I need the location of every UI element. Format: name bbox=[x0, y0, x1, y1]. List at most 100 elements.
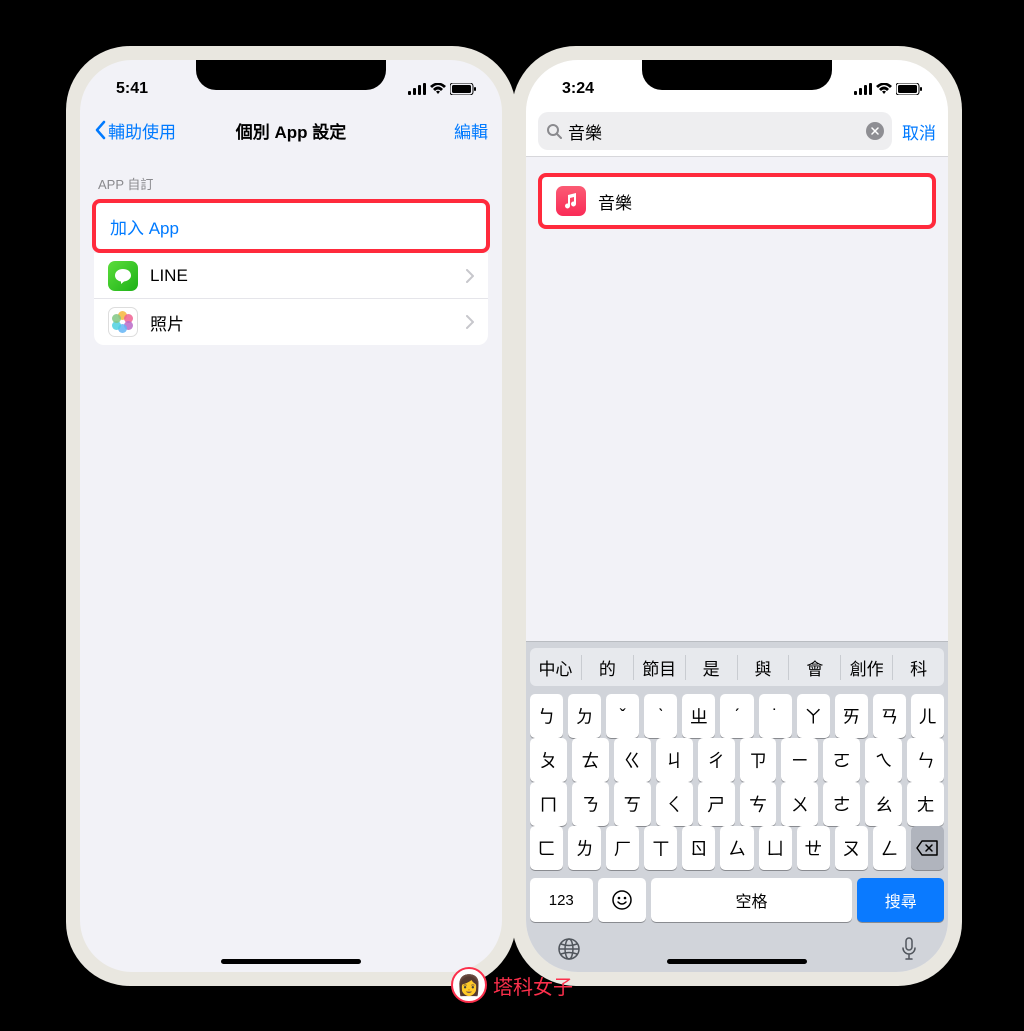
add-app-button[interactable]: 加入 App bbox=[96, 203, 486, 249]
key[interactable]: ㄕ bbox=[698, 782, 735, 826]
key[interactable]: ㄉ bbox=[568, 694, 601, 738]
key[interactable]: ㄅ bbox=[530, 694, 563, 738]
key[interactable]: ㄓ bbox=[682, 694, 715, 738]
photos-icon bbox=[108, 307, 138, 337]
results-area: 音樂 bbox=[526, 157, 948, 641]
suggestion-bar: 中心的節目是與會創作科 bbox=[530, 648, 944, 686]
clear-button[interactable] bbox=[866, 122, 884, 140]
notch bbox=[196, 60, 386, 90]
back-button[interactable]: 輔助使用 bbox=[94, 118, 176, 143]
line-label: LINE bbox=[150, 266, 466, 286]
mic-icon[interactable] bbox=[900, 936, 918, 962]
screen-right: 3:24 取消 音 bbox=[526, 60, 948, 972]
screen-left: 5:41 輔助使用 個別 App 設定 編輯 APP 自訂 加入 App bbox=[80, 60, 502, 972]
key[interactable]: ㄦ bbox=[911, 694, 944, 738]
key[interactable]: ㄗ bbox=[740, 738, 777, 782]
key[interactable]: ㄙ bbox=[720, 826, 753, 870]
search-bar: 取消 bbox=[526, 108, 948, 157]
status-icons bbox=[854, 83, 922, 95]
key[interactable]: ㄊ bbox=[572, 738, 609, 782]
key[interactable]: ㄒ bbox=[644, 826, 677, 870]
key[interactable]: ˋ bbox=[644, 694, 677, 738]
suggestion-item[interactable]: 的 bbox=[582, 655, 634, 680]
suggestion-item[interactable]: 創作 bbox=[841, 655, 893, 680]
phone-mock-right: 3:24 取消 音 bbox=[512, 46, 962, 986]
key-backspace[interactable] bbox=[911, 826, 944, 870]
key[interactable]: ㄞ bbox=[835, 694, 868, 738]
notch bbox=[642, 60, 832, 90]
key[interactable]: ㄩ bbox=[759, 826, 792, 870]
result-music[interactable]: 音樂 bbox=[542, 177, 932, 225]
key[interactable]: ㄑ bbox=[656, 782, 693, 826]
key[interactable]: ˊ bbox=[720, 694, 753, 738]
key[interactable]: ㄠ bbox=[865, 782, 902, 826]
cellular-icon bbox=[408, 83, 426, 95]
key[interactable]: ㄡ bbox=[835, 826, 868, 870]
watermark-label: 塔科女子 bbox=[493, 971, 573, 1000]
globe-icon[interactable] bbox=[556, 936, 582, 962]
key[interactable]: ㄆ bbox=[530, 738, 567, 782]
backspace-icon bbox=[916, 840, 938, 856]
key[interactable]: ㄟ bbox=[865, 738, 902, 782]
key[interactable]: ㄋ bbox=[572, 782, 609, 826]
key[interactable]: ㄈ bbox=[530, 826, 563, 870]
key[interactable]: ㄖ bbox=[682, 826, 715, 870]
key[interactable]: ㄣ bbox=[907, 738, 944, 782]
search-icon bbox=[546, 123, 562, 139]
key-space[interactable]: 空格 bbox=[651, 878, 853, 922]
status-time: 5:41 bbox=[116, 80, 148, 98]
key[interactable]: ㄌ bbox=[568, 826, 601, 870]
key[interactable]: ㄧ bbox=[781, 738, 818, 782]
phone-mock-left: 5:41 輔助使用 個別 App 設定 編輯 APP 自訂 加入 App bbox=[66, 46, 516, 986]
key[interactable]: ㄥ bbox=[873, 826, 906, 870]
key[interactable]: ˇ bbox=[606, 694, 639, 738]
edit-button[interactable]: 編輯 bbox=[454, 118, 488, 143]
key[interactable]: ㄇ bbox=[530, 782, 567, 826]
chevron-left-icon bbox=[94, 120, 106, 140]
key-emoji[interactable] bbox=[598, 878, 646, 922]
key[interactable]: ㄎ bbox=[614, 782, 651, 826]
result-label: 音樂 bbox=[598, 189, 632, 214]
key[interactable]: ˙ bbox=[759, 694, 792, 738]
key[interactable]: ㄛ bbox=[823, 738, 860, 782]
search-field[interactable] bbox=[538, 112, 892, 150]
section-header: APP 自訂 bbox=[80, 152, 502, 199]
home-indicator[interactable] bbox=[221, 959, 361, 964]
key-row: ㄆㄊㄍㄐㄔㄗㄧㄛㄟㄣ bbox=[530, 738, 944, 782]
suggestion-item[interactable]: 中心 bbox=[530, 655, 582, 680]
search-input[interactable] bbox=[568, 121, 860, 141]
key[interactable]: ㄐ bbox=[656, 738, 693, 782]
battery-icon bbox=[450, 83, 476, 95]
key[interactable]: ㄏ bbox=[606, 826, 639, 870]
key[interactable]: ㄜ bbox=[823, 782, 860, 826]
list-item-line[interactable]: LINE bbox=[94, 253, 488, 299]
highlight-result: 音樂 bbox=[538, 173, 936, 229]
key[interactable]: ㄢ bbox=[873, 694, 906, 738]
highlight-add-app: 加入 App bbox=[92, 199, 490, 253]
suggestion-item[interactable]: 會 bbox=[789, 655, 841, 680]
key[interactable]: ㄔ bbox=[698, 738, 735, 782]
key[interactable]: ㄘ bbox=[740, 782, 777, 826]
key-search[interactable]: 搜尋 bbox=[857, 878, 944, 922]
suggestion-item[interactable]: 與 bbox=[738, 655, 790, 680]
wifi-icon bbox=[430, 83, 446, 95]
list-item-photos[interactable]: 照片 bbox=[94, 299, 488, 345]
suggestion-item[interactable]: 節目 bbox=[634, 655, 686, 680]
status-time: 3:24 bbox=[562, 80, 594, 98]
suggestion-item[interactable]: 科 bbox=[893, 655, 944, 680]
suggestion-item[interactable]: 是 bbox=[686, 655, 738, 680]
watermark-avatar-icon: 👩 bbox=[451, 967, 487, 1003]
key[interactable]: ㄝ bbox=[797, 826, 830, 870]
key-row: ㄇㄋㄎㄑㄕㄘㄨㄜㄠㄤ bbox=[530, 782, 944, 826]
key[interactable]: ㄚ bbox=[797, 694, 830, 738]
key[interactable]: ㄨ bbox=[781, 782, 818, 826]
photos-label: 照片 bbox=[150, 310, 466, 335]
key[interactable]: ㄤ bbox=[907, 782, 944, 826]
key[interactable]: ㄍ bbox=[614, 738, 651, 782]
key-123[interactable]: 123 bbox=[530, 878, 593, 922]
home-indicator[interactable] bbox=[667, 959, 807, 964]
cellular-icon bbox=[854, 83, 872, 95]
chevron-right-icon bbox=[466, 269, 474, 283]
status-icons bbox=[408, 83, 476, 95]
cancel-button[interactable]: 取消 bbox=[902, 119, 936, 144]
